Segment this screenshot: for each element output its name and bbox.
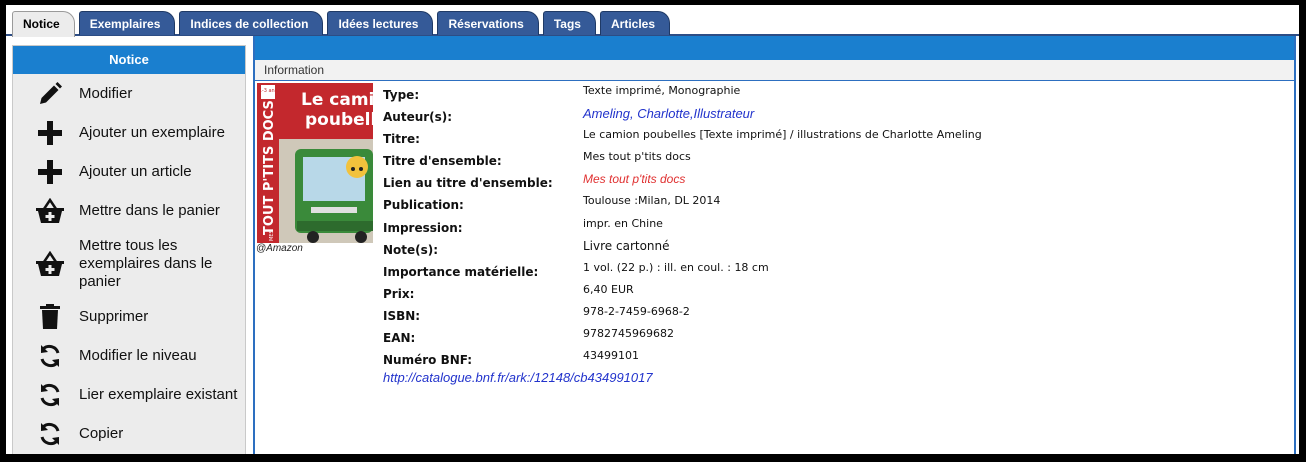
field-label: Type: <box>383 88 420 102</box>
field-label: EAN: <box>383 331 416 346</box>
menu-item-label: Copier <box>79 424 124 442</box>
field-value: 978-2-7459-6968-2 <box>583 304 690 318</box>
field-value: 1 vol. (22 p.) : ill. en coul. : 18 cm <box>583 260 769 274</box>
sidebar-menu: Modifier Ajouter un exemplaire Ajouter u… <box>13 74 245 453</box>
menu-item-ajouter-article[interactable]: Ajouter un article <box>13 152 245 191</box>
field-label: Importance matérielle: <box>383 264 539 279</box>
field-value: Livre cartonné <box>583 238 670 253</box>
app-window: Notice Exemplaires Indices de collection… <box>6 5 1299 454</box>
main-header-bar <box>255 36 1294 60</box>
tab-articles[interactable]: Articles <box>599 11 671 35</box>
tab-tags[interactable]: Tags <box>542 11 596 35</box>
field-label: Auteur(s): <box>383 110 453 125</box>
tab-bar: Notice Exemplaires Indices de collection… <box>6 5 1299 37</box>
main-panel: Information 1-3 ans TOUT P'TITS DOCS MES… <box>253 36 1296 454</box>
bnf-catalogue-link[interactable]: http://catalogue.bnf.fr/ark:/12148/cb434… <box>383 370 653 385</box>
menu-item-supprimer[interactable]: Supprimer <box>13 297 245 336</box>
field-value: impr. en Chine <box>583 216 663 230</box>
series-badge: TOUT P'TITS DOCS <box>262 100 277 235</box>
menu-item-label: Ajouter un exemplaire <box>79 123 225 141</box>
book-cover-image: 1-3 ans TOUT P'TITS DOCS MES Le camion p… <box>257 83 398 243</box>
field-value: 6,40 EUR <box>583 282 634 296</box>
menu-item-label: Lier exemplaire existant <box>79 385 238 403</box>
tab-indices-collection[interactable]: Indices de collection <box>179 11 324 35</box>
cover-credit: @Amazon <box>256 243 303 254</box>
basket-icon <box>35 196 65 226</box>
field-value: 43499101 <box>583 349 639 363</box>
sidebar-title: Notice <box>13 46 245 74</box>
field-value: Toulouse :Milan, DL 2014 <box>583 194 721 208</box>
refresh-icon <box>35 341 65 371</box>
trash-icon <box>35 302 65 332</box>
menu-item-label: Modifier le niveau <box>79 346 197 364</box>
menu-item-mettre-panier[interactable]: Mettre dans le panier <box>13 191 245 230</box>
menu-item-label: Mettre dans le panier <box>79 201 220 219</box>
field-label: Publication: <box>383 198 464 213</box>
tab-notice[interactable]: Notice <box>12 11 75 37</box>
age-badge: 1-3 ans <box>259 88 278 94</box>
field-label: Numéro BNF: <box>383 353 473 368</box>
field-value: 9782745969682 <box>583 327 674 341</box>
tab-reservations[interactable]: Réservations <box>437 11 539 35</box>
field-value: Le camion poubelles [Texte imprimé] / il… <box>583 128 982 142</box>
refresh-icon <box>35 419 65 449</box>
field-label: Note(s): <box>383 242 439 257</box>
tab-idees-lectures[interactable]: Idées lectures <box>327 11 434 35</box>
sidebar: Notice Modifier Ajouter un exemplaire Aj… <box>12 45 246 454</box>
series-link[interactable]: Mes tout p'tits docs <box>583 172 685 186</box>
tab-exemplaires[interactable]: Exemplaires <box>78 11 176 35</box>
menu-item-mettre-tous-panier[interactable]: Mettre tous les exemplaires dans le pani… <box>13 230 245 297</box>
field-label: Impression: <box>383 220 463 235</box>
menu-item-label: Supprimer <box>79 307 149 325</box>
menu-item-label: Modifier <box>79 84 133 102</box>
menu-item-lier-exemplaire[interactable]: Lier exemplaire existant <box>13 375 245 414</box>
field-label: ISBN: <box>383 308 421 323</box>
field-value: Mes tout p'tits docs <box>583 150 691 164</box>
menu-item-modifier-niveau[interactable]: Modifier le niveau <box>13 336 245 375</box>
field-label: Titre: <box>383 132 420 147</box>
menu-item-label: Ajouter un article <box>79 162 192 180</box>
cover-title-line2: poubelle <box>305 110 373 130</box>
cover-title-line1: Le camion <box>301 90 373 110</box>
author-link[interactable]: Ameling, Charlotte,Illustrateur <box>583 106 754 121</box>
menu-item-modifier[interactable]: Modifier <box>13 74 245 113</box>
plus-icon <box>35 157 65 187</box>
field-value: Texte imprimé, Monographie <box>583 84 741 97</box>
basket-icon <box>35 249 65 279</box>
series-prefix: MES <box>269 230 275 241</box>
menu-item-ajouter-exemplaire[interactable]: Ajouter un exemplaire <box>13 113 245 152</box>
plus-icon <box>35 118 65 148</box>
menu-item-copier[interactable]: Copier <box>13 414 245 453</box>
pencil-icon <box>35 79 65 109</box>
field-label: Prix: <box>383 286 415 301</box>
refresh-icon <box>35 380 65 410</box>
field-label: Titre d'ensemble: <box>383 154 502 169</box>
field-label: Lien au titre d'ensemble: <box>383 176 553 191</box>
section-title: Information <box>255 60 1294 81</box>
menu-item-label: Mettre tous les exemplaires dans le pani… <box>79 236 213 290</box>
